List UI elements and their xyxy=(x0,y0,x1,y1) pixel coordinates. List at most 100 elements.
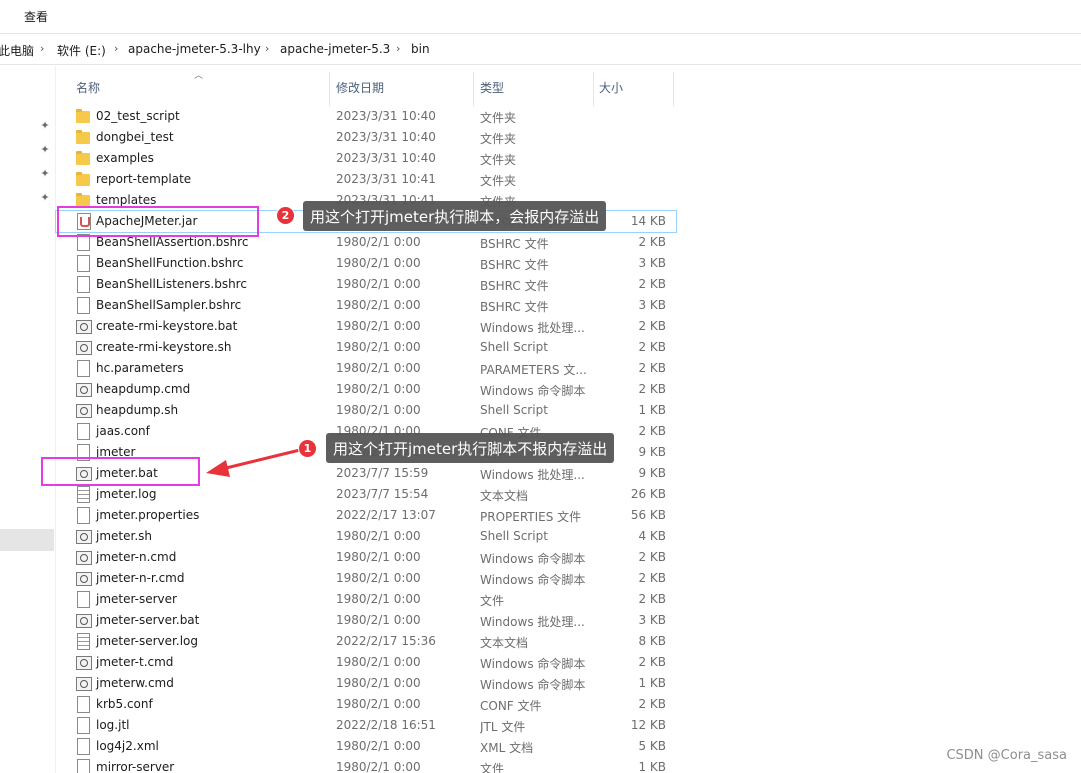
breadcrumb[interactable]: 此电脑 › 软件 (E:) › apache-jmeter-5.3-lhy › … xyxy=(0,33,1081,65)
callout-bat: 用这个打开jmeter执行脚本不报内存溢出 xyxy=(326,433,615,463)
file-row[interactable]: jmeter-server 1980/2/1 0:00 文件 2 KB xyxy=(56,589,676,610)
file-icon xyxy=(76,696,90,713)
file-size: 2 KB xyxy=(638,277,666,291)
file-size: 2 KB xyxy=(638,319,666,333)
file-date: 2023/7/7 15:54 xyxy=(336,487,429,501)
file-row[interactable]: mirror-server 1980/2/1 0:00 文件 1 KB xyxy=(56,757,676,773)
file-row[interactable]: heapdump.sh 1980/2/1 0:00 Shell Script 1 KB xyxy=(56,400,676,421)
chevron-right-icon[interactable]: › xyxy=(265,42,269,55)
file-row[interactable]: jmeter.sh 1980/2/1 0:00 Shell Script 4 KB xyxy=(56,526,676,547)
file-name: mirror-server xyxy=(96,760,175,773)
column-size[interactable]: 大小 xyxy=(599,79,623,96)
file-size: 2 KB xyxy=(638,571,666,585)
file-row[interactable]: examples 2023/3/31 10:40 文件夹 xyxy=(56,148,676,169)
file-row[interactable]: log4j2.xml 1980/2/1 0:00 XML 文档 5 KB xyxy=(56,736,676,757)
folder-icon xyxy=(76,108,90,125)
pin-icon[interactable]: ✦ xyxy=(38,191,52,205)
file-row[interactable]: jmeter-t.cmd 1980/2/1 0:00 Windows 命令脚本 2 K… xyxy=(56,652,676,673)
column-divider[interactable] xyxy=(673,72,674,106)
file-date: 1980/2/1 0:00 xyxy=(336,361,421,375)
file-date: 1980/2/1 0:00 xyxy=(336,235,421,249)
file-name: log4j2.xml xyxy=(96,739,159,753)
file-type: Windows 命令脚本 xyxy=(480,657,586,671)
file-size: 9 KB xyxy=(638,445,666,459)
file-row[interactable]: jmeter-server.log 2022/2/17 15:36 文本文档 8 KB xyxy=(56,631,676,652)
file-row[interactable]: hc.parameters 1980/2/1 0:00 PARAMETERS 文..… xyxy=(56,358,676,379)
script-icon xyxy=(76,318,92,335)
file-row[interactable]: heapdump.cmd 1980/2/1 0:00 Windows 命令脚本 2 K… xyxy=(56,379,676,400)
file-row[interactable]: jmeter.log 2023/7/7 15:54 文本文档 26 KB xyxy=(56,484,676,505)
file-row[interactable]: jmeter.properties 2022/2/17 13:07 PROPERTI… xyxy=(56,505,676,526)
column-header: ︿ 名称 修改日期 类型 大小 xyxy=(56,66,1081,106)
file-date: 1980/2/1 0:00 xyxy=(336,550,421,564)
file-row[interactable]: BeanShellFunction.bshrc 1980/2/1 0:00 BSHR… xyxy=(56,253,676,274)
file-name: jmeter.sh xyxy=(96,529,152,543)
file-date: 1980/2/1 0:00 xyxy=(336,697,421,711)
file-type: BSHRC 文件 xyxy=(480,300,549,314)
column-divider[interactable] xyxy=(329,72,330,106)
file-name: jmeter-server.log xyxy=(96,634,198,648)
file-row[interactable]: create-rmi-keystore.sh 1980/2/1 0:00 Shell… xyxy=(56,337,676,358)
file-date: 1980/2/1 0:00 xyxy=(336,298,421,312)
chevron-right-icon[interactable]: › xyxy=(40,42,44,55)
file-type: BSHRC 文件 xyxy=(480,279,549,293)
breadcrumb-bin[interactable]: bin xyxy=(411,42,430,56)
file-date: 1980/2/1 0:00 xyxy=(336,319,421,333)
chevron-right-icon[interactable]: › xyxy=(396,42,400,55)
arrow-icon xyxy=(206,447,305,477)
breadcrumb-jmeter-lhy[interactable]: apache-jmeter-5.3-lhy xyxy=(128,42,261,56)
file-row[interactable]: krb5.conf 1980/2/1 0:00 CONF 文件 2 KB xyxy=(56,694,676,715)
file-size: 3 KB xyxy=(638,298,666,312)
file-type: Windows 批处理... xyxy=(480,615,585,629)
nav-selected-item[interactable] xyxy=(0,529,54,551)
file-type: Shell Script xyxy=(480,340,548,354)
file-row[interactable]: report-template 2023/3/31 10:41 文件夹 xyxy=(56,169,676,190)
file-date: 1980/2/1 0:00 xyxy=(336,571,421,585)
file-size: 1 KB xyxy=(638,676,666,690)
column-type[interactable]: 类型 xyxy=(480,79,504,96)
file-row[interactable]: log.jtl 2022/2/18 16:51 JTL 文件 12 KB xyxy=(56,715,676,736)
file-row[interactable]: jmeter-n-r.cmd 1980/2/1 0:00 Windows 命令脚本 2… xyxy=(56,568,676,589)
file-row[interactable]: jmeterw.cmd 1980/2/1 0:00 Windows 命令脚本 1 KB xyxy=(56,673,676,694)
pin-icon[interactable]: ✦ xyxy=(38,119,52,133)
menu-view[interactable]: 查看 xyxy=(24,8,48,25)
column-name[interactable]: 名称 xyxy=(76,79,100,96)
pin-icon[interactable]: ✦ xyxy=(38,143,52,157)
file-row[interactable]: jmeter-n.cmd 1980/2/1 0:00 Windows 命令脚本 2 K… xyxy=(56,547,676,568)
file-type: 文本文档 xyxy=(480,636,529,650)
file-name: report-template xyxy=(96,172,192,186)
badge-1: 1 xyxy=(298,439,317,458)
file-size: 2 KB xyxy=(638,235,666,249)
column-divider[interactable] xyxy=(473,72,474,106)
breadcrumb-this-pc[interactable]: 此电脑 xyxy=(0,42,34,59)
file-name: create-rmi-keystore.sh xyxy=(96,340,232,354)
file-icon xyxy=(76,423,90,440)
file-row[interactable]: create-rmi-keystore.bat 1980/2/1 0:00 Wind… xyxy=(56,316,676,337)
file-type: 文件夹 xyxy=(480,132,517,146)
file-row[interactable]: BeanShellListeners.bshrc 1980/2/1 0:00 BSH… xyxy=(56,274,676,295)
menu-bar: 查看 xyxy=(0,0,1081,32)
file-date: 2023/3/31 10:40 xyxy=(336,130,436,144)
file-type: Windows 命令脚本 xyxy=(480,552,586,566)
file-row[interactable]: 02_test_script 2023/3/31 10:40 文件夹 xyxy=(56,106,676,127)
column-date[interactable]: 修改日期 xyxy=(336,79,384,96)
file-name: jmeter-server xyxy=(96,592,177,606)
callout-jar: 用这个打开jmeter执行脚本，会报内存溢出 xyxy=(303,201,607,231)
file-size: 2 KB xyxy=(638,340,666,354)
breadcrumb-drive-e[interactable]: 软件 (E:) xyxy=(57,42,106,59)
file-icon xyxy=(76,255,90,272)
file-size: 12 KB xyxy=(630,718,666,732)
file-size: 3 KB xyxy=(638,256,666,270)
file-row[interactable]: dongbei_test 2023/3/31 10:40 文件夹 xyxy=(56,127,676,148)
chevron-right-icon[interactable]: › xyxy=(114,42,118,55)
file-row[interactable]: jmeter-server.bat 1980/2/1 0:00 Windows 批处… xyxy=(56,610,676,631)
file-size: 9 KB xyxy=(638,466,666,480)
file-type: BSHRC 文件 xyxy=(480,258,549,272)
file-row[interactable]: BeanShellSampler.bshrc 1980/2/1 0:00 BSHRC… xyxy=(56,295,676,316)
script-icon xyxy=(76,402,92,419)
file-size: 26 KB xyxy=(630,487,666,501)
column-divider[interactable] xyxy=(593,72,594,106)
breadcrumb-jmeter[interactable]: apache-jmeter-5.3 xyxy=(280,42,390,56)
file-type: BSHRC 文件 xyxy=(480,237,549,251)
pin-icon[interactable]: ✦ xyxy=(38,167,52,181)
